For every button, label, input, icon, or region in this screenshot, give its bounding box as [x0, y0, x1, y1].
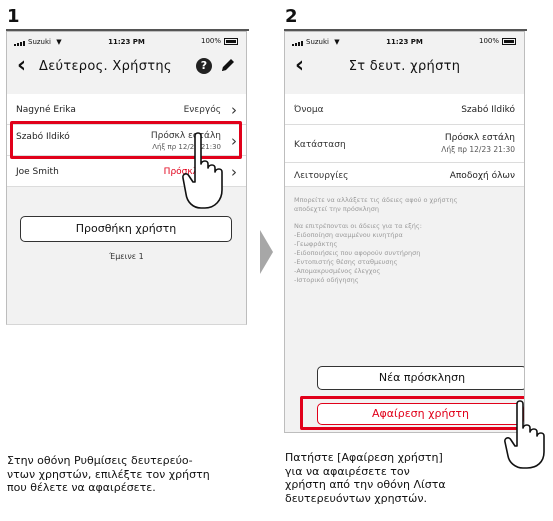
user-name: Nagyné Erika: [16, 105, 76, 115]
list-item: -Ιστορικό οδήγησης: [294, 276, 359, 284]
hand-pointer-icon: [504, 400, 545, 469]
nav-bar: ‹ Δεύτερος. Χρήστης ?: [7, 50, 246, 84]
chevron-right-icon: ›: [231, 101, 237, 119]
permission-list: Να επιτρέπονται οι άδειες για τα εξής: -…: [294, 222, 514, 285]
user-name: Joe Smith: [16, 167, 59, 177]
step-number-2: 2: [285, 6, 298, 27]
list-item: -Γεωφράκτης: [294, 240, 338, 248]
status-value: Πρόσκλ εστάλη: [444, 133, 515, 143]
battery-level: 100%: [200, 37, 221, 45]
functions-label: Λειτουργίες: [294, 171, 349, 181]
permission-list-title: Να επιτρέπονται οι άδειες για τα εξής:: [294, 222, 422, 230]
battery-icon: [502, 37, 516, 45]
help-icon[interactable]: ?: [196, 58, 212, 74]
nav-bar: ‹ Στ δευτ. χρήστη: [285, 50, 524, 84]
list-item: -Ειδοποιήσεις που αφορούν συντήρηση: [294, 249, 421, 257]
remaining-count: Έμεινε 1: [109, 252, 144, 261]
pencil-icon[interactable]: [219, 56, 237, 78]
hand-pointer-icon: [182, 132, 223, 209]
page-title: Δεύτερος. Χρήστης: [39, 59, 172, 74]
next-arrow-icon: [260, 230, 273, 274]
battery-icon: [224, 37, 238, 45]
status-bar: Suzuki ▼ 11:23 PM 100%: [285, 32, 524, 50]
battery-level: 100%: [478, 37, 499, 45]
step2-caption: Πατήστε [Αφαίρεση χρήστη] για να αφαιρέσ…: [285, 451, 446, 505]
name-value: Szabó Ildikó: [461, 105, 515, 115]
invite-expiry: Λήξ πρ 12/23 21:30: [441, 145, 515, 154]
user-status: Ενεργός: [183, 105, 221, 115]
step-number-1: 1: [7, 6, 20, 27]
detail-row-name: Όνομα Szabó Ildikó: [285, 94, 524, 125]
detail-row-status: Κατάσταση Πρόσκλ εστάλη Λήξ πρ 12/23 21:…: [285, 125, 524, 163]
phone-screen-user-detail: Suzuki ▼ 11:23 PM 100% ‹ Στ δευτ. χρήστη…: [284, 31, 525, 433]
add-user-button[interactable]: Προσθήκη χρήστη: [20, 216, 232, 242]
permission-note: Μπορείτε να αλλάξετε τις άδειες αφού ο χ…: [294, 196, 458, 213]
step1-caption: Στην οθόνη Ρυθμίσεις δευτερεύο- ντων χρη…: [7, 454, 210, 494]
page-title: Στ δευτ. χρήστη: [348, 59, 461, 74]
remove-user-button[interactable]: Αφαίρεση χρήστη: [317, 403, 524, 425]
new-invite-button[interactable]: Νέα πρόσκληση: [317, 366, 524, 390]
list-item: -Εντοπιστής θέσης σταθμευσης: [294, 258, 398, 266]
detail-row-functions: Λειτουργίες Αποδοχή όλων: [285, 163, 524, 187]
status-label: Κατάσταση: [294, 140, 346, 150]
chevron-right-icon: ›: [231, 163, 237, 181]
name-label: Όνομα: [294, 105, 324, 115]
status-bar: Suzuki ▼ 11:23 PM 100%: [7, 32, 246, 50]
functions-value: Αποδοχή όλων: [449, 171, 515, 181]
list-item: -Απομακρυσμένος έλεγχος: [294, 267, 381, 275]
list-item: -Ειδοποίηση αναμμένου κινητήρα: [294, 231, 403, 239]
back-chevron-icon[interactable]: ‹: [17, 55, 26, 77]
